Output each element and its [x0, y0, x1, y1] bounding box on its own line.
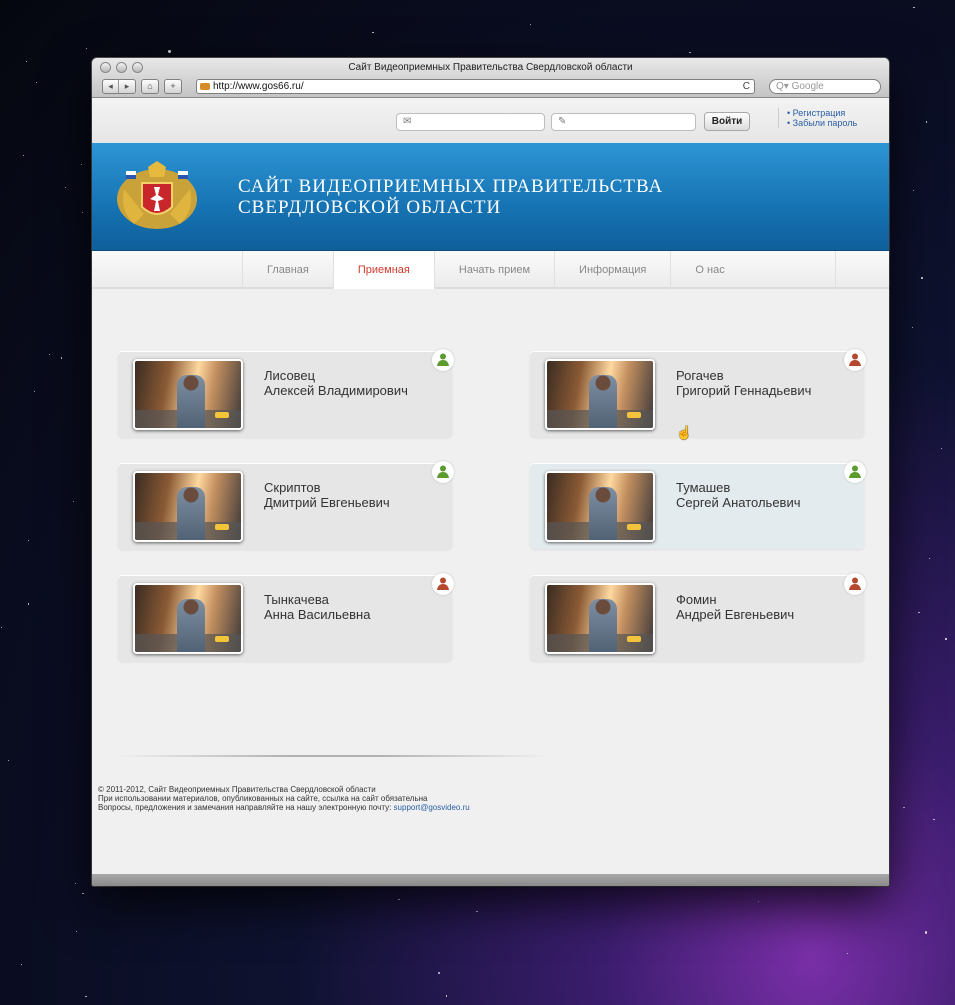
browser-statusbar [92, 874, 889, 886]
pencil-icon: ✎ [558, 116, 567, 127]
nav-item-0[interactable]: Главная [242, 251, 333, 289]
official-card[interactable]: Тынкачева Анна Васильевна [118, 573, 454, 661]
official-video-thumbnail[interactable] [545, 359, 655, 430]
status-user-icon [432, 573, 454, 595]
nav-item-1[interactable]: Приемная [332, 251, 434, 289]
official-name[interactable]: Тынкачева Анна Васильевна [264, 592, 370, 622]
status-user-icon [844, 461, 866, 483]
address-bar-url: http://www.gos66.ru/ [213, 81, 304, 92]
official-video-thumbnail[interactable] [133, 583, 243, 654]
official-given-names: Алексей Владимирович [264, 383, 408, 398]
official-card[interactable]: Тумашев Сергей Анатольевич [530, 461, 866, 549]
official-given-names: Сергей Анатольевич [676, 495, 801, 510]
status-user-icon [844, 349, 866, 371]
site-header: САЙТ ВИДЕОПРИЕМНЫХ ПРАВИТЕЛЬСТВА СВЕРДЛО… [92, 143, 889, 251]
footer-divider [118, 755, 548, 757]
password-field[interactable]: ✎ [551, 113, 696, 131]
browser-nav-buttons: ◂ ▸ ⌂ + [102, 79, 182, 94]
main-nav: Главная Приемная Начать прием Информация О н… [92, 251, 889, 289]
footer-notice: При использовании материалов, опубликова… [98, 794, 428, 803]
official-given-names: Григорий Геннадьевич [676, 383, 812, 398]
status-user-icon [432, 461, 454, 483]
nav-item-4[interactable]: О нас [670, 251, 836, 289]
official-name[interactable]: Лисовец Алексей Владимирович [264, 368, 408, 398]
site-title: САЙТ ВИДЕОПРИЕМНЫХ ПРАВИТЕЛЬСТВА СВЕРДЛО… [238, 176, 664, 218]
support-email-link[interactable]: support@gosvideo.ru [394, 803, 470, 812]
footer: © 2011-2012, Сайт Видеоприемных Правител… [98, 785, 470, 812]
envelope-icon: ✉ [403, 116, 412, 127]
official-video-thumbnail[interactable] [133, 359, 243, 430]
browser-titlebar: Сайт Видеоприемных Правительства Свердло… [92, 58, 889, 98]
official-surname: Фомин [676, 592, 717, 607]
footer-copyright: © 2011-2012, Сайт Видеоприемных Правител… [98, 785, 376, 794]
web-page: ✉ ✎ Войти Регистрация Забыли пароль [92, 98, 889, 874]
search-icon: Q▾ [776, 81, 792, 92]
reload-icon[interactable]: C [743, 80, 750, 93]
back-button[interactable]: ◂ [103, 80, 119, 93]
official-card[interactable]: Фомин Андрей Евгеньевич [530, 573, 866, 661]
official-video-thumbnail[interactable] [545, 583, 655, 654]
official-name[interactable]: Скриптов Дмитрий Евгеньевич [264, 480, 390, 510]
official-surname: Лисовец [264, 368, 316, 383]
official-card[interactable]: Рогачев Григорий Геннадьевич [530, 349, 866, 437]
add-bookmark-button[interactable]: + [164, 79, 182, 94]
status-user-icon [844, 573, 866, 595]
official-given-names: Дмитрий Евгеньевич [264, 495, 390, 510]
forward-button[interactable]: ▸ [119, 80, 135, 93]
footer-contact: Вопросы, предложения и замечания направл… [98, 803, 470, 812]
official-name[interactable]: Тумашев Сергей Анатольевич [676, 480, 800, 510]
nav-item-3[interactable]: Информация [554, 251, 670, 289]
auth-links: Регистрация Забыли пароль [778, 108, 857, 128]
official-given-names: Анна Васильевна [264, 607, 371, 622]
official-surname: Тумашев [676, 480, 731, 495]
register-link[interactable]: Регистрация [787, 108, 857, 118]
official-surname: Скриптов [264, 480, 321, 495]
official-surname: Тынкачева [264, 592, 329, 607]
login-bar: ✉ ✎ Войти Регистрация Забыли пароль [92, 98, 889, 143]
status-user-icon [432, 349, 454, 371]
forgot-password-link[interactable]: Забыли пароль [787, 118, 857, 128]
browser-window: Сайт Видеоприемных Правительства Свердло… [92, 58, 889, 886]
nav-item-2[interactable]: Начать прием [433, 251, 554, 289]
login-button[interactable]: Войти [704, 112, 750, 131]
official-video-thumbnail[interactable] [545, 471, 655, 542]
search-input[interactable]: Q▾ Google [769, 79, 881, 94]
coat-of-arms-icon [117, 161, 197, 229]
official-surname: Рогачев [676, 368, 724, 383]
window-title: Сайт Видеоприемных Правительства Свердло… [348, 62, 633, 73]
site-favicon-icon [200, 83, 210, 90]
official-card[interactable]: Лисовец Алексей Владимирович [118, 349, 454, 437]
official-name[interactable]: Фомин Андрей Евгеньевич [676, 592, 794, 622]
official-name[interactable]: Рогачев Григорий Геннадьевич [676, 368, 811, 398]
official-card[interactable]: Скриптов Дмитрий Евгеньевич [118, 461, 454, 549]
hand-cursor-icon: ☝ [676, 425, 693, 440]
email-field[interactable]: ✉ [396, 113, 545, 131]
back-forward-buttons: ◂ ▸ [102, 79, 136, 94]
official-video-thumbnail[interactable] [133, 471, 243, 542]
search-placeholder: Google [791, 81, 824, 92]
home-button[interactable]: ⌂ [141, 79, 159, 94]
address-bar[interactable]: http://www.gos66.ru/ C [196, 79, 755, 94]
official-given-names: Андрей Евгеньевич [676, 607, 795, 622]
